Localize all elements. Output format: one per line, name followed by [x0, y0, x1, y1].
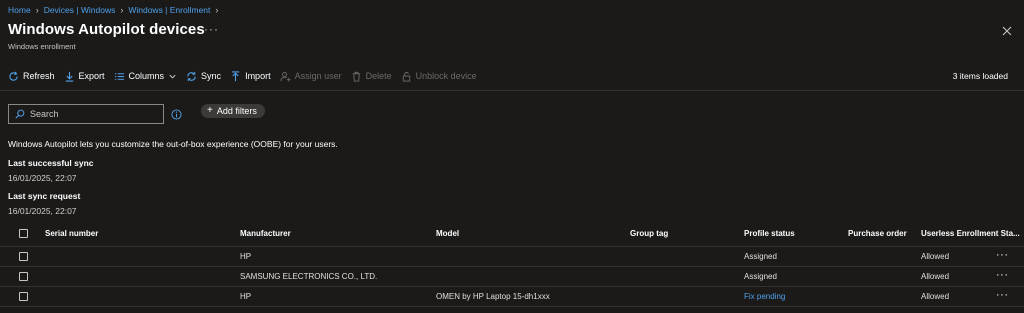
- select-all-checkbox[interactable]: [19, 229, 28, 238]
- description-text: Windows Autopilot lets you customize the…: [8, 139, 338, 149]
- row-more-actions-button[interactable]: ···: [996, 289, 1009, 301]
- header-divider: [0, 246, 1024, 247]
- page-title: Windows Autopilot devices: [8, 21, 205, 38]
- last-sync-request-value: 16/01/2025, 22:07: [8, 206, 77, 216]
- add-filters-label: Add filters: [216, 106, 257, 116]
- items-loaded-count: 3 items loaded: [952, 71, 1008, 81]
- delete-button[interactable]: Delete: [351, 71, 392, 82]
- page-subtitle: Windows enrollment: [8, 42, 76, 51]
- breadcrumb-home[interactable]: Home: [8, 5, 31, 15]
- sync-icon: [187, 71, 196, 81]
- close-button[interactable]: [1001, 25, 1013, 37]
- chevron-right-icon: ›: [35, 5, 39, 15]
- info-icon[interactable]: [171, 109, 182, 120]
- column-header-purchase-order[interactable]: Purchase order: [848, 229, 907, 238]
- column-header-manufacturer[interactable]: Manufacturer: [240, 229, 291, 238]
- column-header-serial-number[interactable]: Serial number: [45, 229, 98, 238]
- unlock-icon: [402, 71, 410, 82]
- delete-label: Delete: [365, 71, 392, 81]
- refresh-label: Refresh: [23, 71, 55, 81]
- upload-icon: [231, 70, 240, 81]
- add-filters-button[interactable]: + Add filters: [201, 104, 265, 118]
- download-icon: [65, 71, 73, 82]
- unblock-device-button[interactable]: Unblock device: [401, 71, 477, 82]
- cell-profile-status: Assigned: [744, 272, 777, 281]
- add-user-icon: [280, 71, 291, 82]
- cell-profile-status-link[interactable]: Fix pending: [744, 292, 785, 301]
- row-divider: [0, 286, 1024, 287]
- cell-userless-enrollment: Allowed: [921, 272, 950, 281]
- last-sync-request-label: Last sync request: [8, 191, 81, 201]
- cell-userless-enrollment: Allowed: [921, 292, 950, 301]
- row-divider: [0, 306, 1024, 307]
- cell-manufacturer: SAMSUNG ELECTRONICS CO., LTD.: [240, 272, 378, 281]
- search-placeholder: Search: [30, 109, 59, 119]
- export-button[interactable]: Export: [64, 71, 105, 82]
- column-header-profile-status[interactable]: Profile status: [744, 229, 795, 238]
- columns-label: Columns: [128, 71, 165, 81]
- cell-profile-status: Assigned: [744, 252, 777, 261]
- chevron-right-icon: ›: [120, 5, 124, 15]
- column-header-model[interactable]: Model: [436, 229, 459, 238]
- refresh-button[interactable]: Refresh: [8, 71, 55, 82]
- cell-model: OMEN by HP Laptop 15-dh1xxx: [436, 292, 550, 301]
- import-label: Import: [245, 71, 271, 81]
- columns-button[interactable]: Columns: [114, 71, 178, 82]
- breadcrumb-devices-windows[interactable]: Devices | Windows: [44, 5, 116, 15]
- command-bar: Refresh Export Columns Sync Import Assig…: [8, 67, 486, 85]
- toolbar-divider: [0, 90, 1024, 91]
- export-label: Export: [78, 71, 105, 81]
- refresh-icon: [9, 71, 18, 81]
- row-more-actions-button[interactable]: ···: [996, 249, 1009, 261]
- sync-button[interactable]: Sync: [186, 71, 221, 82]
- cell-manufacturer: HP: [240, 292, 252, 301]
- row-checkbox[interactable]: [19, 292, 28, 301]
- close-icon: [1002, 26, 1012, 36]
- more-options-button[interactable]: ···: [204, 22, 219, 36]
- column-header-userless-enrollment-status[interactable]: Userless Enrollment Sta...: [921, 229, 1020, 238]
- breadcrumb: Home › Devices | Windows › Windows | Enr…: [8, 5, 223, 15]
- row-divider: [0, 266, 1024, 267]
- add-filter-icon: +: [207, 105, 213, 116]
- row-more-actions-button[interactable]: ···: [996, 269, 1009, 281]
- cell-userless-enrollment: Allowed: [921, 252, 950, 261]
- breadcrumb-windows-enrollment[interactable]: Windows | Enrollment: [128, 5, 210, 15]
- last-successful-sync-value: 16/01/2025, 22:07: [8, 173, 77, 183]
- columns-icon: [114, 72, 124, 80]
- chevron-down-icon: [169, 74, 176, 79]
- column-header-group-tag[interactable]: Group tag: [630, 229, 668, 238]
- search-input[interactable]: Search: [8, 104, 164, 124]
- search-icon: [15, 109, 25, 119]
- row-checkbox[interactable]: [19, 272, 28, 281]
- import-button[interactable]: Import: [230, 70, 271, 82]
- sync-label: Sync: [201, 71, 222, 81]
- assign-user-button[interactable]: Assign user: [280, 71, 342, 82]
- trash-icon: [352, 71, 360, 82]
- assign-user-label: Assign user: [294, 71, 342, 81]
- cell-manufacturer: HP: [240, 252, 252, 261]
- last-successful-sync-label: Last successful sync: [8, 158, 94, 168]
- unblock-device-label: Unblock device: [415, 71, 477, 81]
- chevron-right-icon: ›: [215, 5, 219, 15]
- row-checkbox[interactable]: [19, 252, 28, 261]
